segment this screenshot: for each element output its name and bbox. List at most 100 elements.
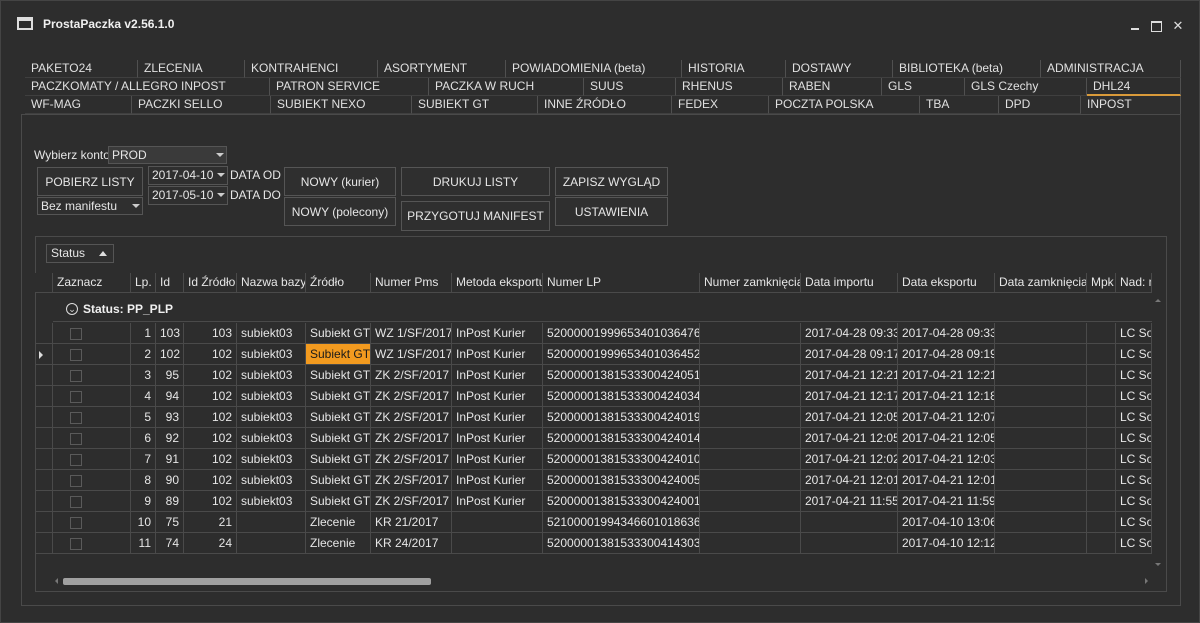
tab-gls[interactable]: GLS bbox=[882, 78, 965, 96]
cell-export-method[interactable]: InPost Kurier bbox=[452, 323, 543, 344]
cell-export-date[interactable]: 2017-04-21 12:03 bbox=[898, 449, 995, 470]
row-selector[interactable] bbox=[35, 386, 53, 407]
cell-closing-date[interactable] bbox=[995, 533, 1087, 554]
cell-mpk[interactable] bbox=[1087, 470, 1116, 491]
cell-pms-number[interactable]: ZK 2/SF/2017 bbox=[371, 407, 452, 428]
header-col-select[interactable]: Zaznacz bbox=[53, 273, 131, 293]
cell-source[interactable]: Zlecenie bbox=[306, 533, 371, 554]
cell-db-name[interactable] bbox=[237, 512, 306, 533]
cell-pms-number[interactable]: KR 24/2017 bbox=[371, 533, 452, 554]
tab-subiekt-nexo[interactable]: SUBIEKT NEXO bbox=[271, 96, 412, 114]
cell-db-name[interactable]: subiekt03 bbox=[237, 407, 306, 428]
cell-export-method[interactable]: InPost Kurier bbox=[452, 470, 543, 491]
cell-id[interactable]: 75 bbox=[156, 512, 184, 533]
cell-sender[interactable]: LC So bbox=[1116, 365, 1152, 386]
cell-pms-number[interactable]: ZK 2/SF/2017 bbox=[371, 470, 452, 491]
select-cell[interactable] bbox=[53, 533, 131, 554]
cell-closing-number[interactable] bbox=[700, 407, 801, 428]
minimize-icon[interactable] bbox=[1128, 19, 1142, 33]
cell-export-method[interactable]: InPost Kurier bbox=[452, 386, 543, 407]
cell-id-source[interactable]: 102 bbox=[184, 365, 237, 386]
table-row[interactable]: 5 93 102 subiekt03 Subiekt GT ZK 2/SF/2017 InP… bbox=[35, 407, 1153, 428]
cell-closing-date[interactable] bbox=[995, 491, 1087, 512]
cell-lp[interactable]: 9 bbox=[131, 491, 156, 512]
tab-patron-service[interactable]: PATRON SERVICE bbox=[270, 78, 429, 96]
header-col-db-name[interactable]: Nazwa bazy bbox=[237, 273, 306, 293]
cell-id[interactable]: 92 bbox=[156, 428, 184, 449]
cell-export-date[interactable]: 2017-04-10 13:06 bbox=[898, 512, 995, 533]
tab-tba[interactable]: TBA bbox=[920, 96, 999, 114]
cell-closing-number[interactable] bbox=[700, 386, 801, 407]
cell-export-method[interactable]: InPost Kurier bbox=[452, 407, 543, 428]
cell-import-date[interactable]: 2017-04-28 09:33 bbox=[801, 323, 898, 344]
table-row[interactable]: 1 103 103 subiekt03 Subiekt GT WZ 1/SF/2017 In… bbox=[35, 323, 1153, 344]
cell-lp-number[interactable]: 520000013815333004240198 bbox=[543, 407, 700, 428]
prepare-manifest-button[interactable]: PRZYGOTUJ MANIFEST bbox=[401, 201, 550, 231]
cell-export-method[interactable]: InPost Kurier bbox=[452, 344, 543, 365]
cell-mpk[interactable] bbox=[1087, 449, 1116, 470]
cell-source[interactable]: Subiekt GT bbox=[306, 428, 371, 449]
tab-powiadomienia[interactable]: POWIADOMIENIA (beta) bbox=[506, 60, 682, 78]
cell-pms-number[interactable]: ZK 2/SF/2017 bbox=[371, 428, 452, 449]
cell-id-source[interactable]: 103 bbox=[184, 323, 237, 344]
tab-dpd[interactable]: DPD bbox=[999, 96, 1081, 114]
table-row[interactable]: 9 89 102 subiekt03 Subiekt GT ZK 2/SF/2017 InP… bbox=[35, 491, 1153, 512]
cell-id-source[interactable]: 102 bbox=[184, 491, 237, 512]
cell-lp-number[interactable]: 520000013815333004240018 bbox=[543, 491, 700, 512]
tab-kontrahenci[interactable]: KONTRAHENCI bbox=[245, 60, 378, 78]
cell-export-date[interactable]: 2017-04-21 12:21 bbox=[898, 365, 995, 386]
select-cell[interactable] bbox=[53, 365, 131, 386]
cell-source[interactable]: Subiekt GT bbox=[306, 386, 371, 407]
cell-closing-number[interactable] bbox=[700, 428, 801, 449]
cell-id[interactable]: 103 bbox=[156, 323, 184, 344]
select-cell[interactable] bbox=[53, 407, 131, 428]
cell-id[interactable]: 102 bbox=[156, 344, 184, 365]
cell-sender[interactable]: LC So bbox=[1116, 428, 1152, 449]
table-row[interactable]: 10 75 21 Zlecenie KR 21/2017 5210000199434660… bbox=[35, 512, 1153, 533]
fetch-lists-button[interactable]: POBIERZ LISTY bbox=[37, 167, 143, 196]
header-col-pms-number[interactable]: Numer Pms bbox=[371, 273, 452, 293]
cell-closing-number[interactable] bbox=[700, 470, 801, 491]
cell-closing-date[interactable] bbox=[995, 470, 1087, 491]
cell-id-source[interactable]: 102 bbox=[184, 407, 237, 428]
cell-id[interactable]: 89 bbox=[156, 491, 184, 512]
cell-pms-number[interactable]: WZ 1/SF/2017 bbox=[371, 323, 452, 344]
row-selector[interactable] bbox=[35, 344, 53, 365]
cell-source[interactable]: Subiekt GT bbox=[306, 365, 371, 386]
cell-closing-date[interactable] bbox=[995, 512, 1087, 533]
tab-paczki-sello[interactable]: PACZKI SELLO bbox=[132, 96, 271, 114]
cell-mpk[interactable] bbox=[1087, 365, 1116, 386]
cell-id-source[interactable]: 102 bbox=[184, 470, 237, 491]
vertical-scrollbar[interactable] bbox=[1152, 294, 1166, 572]
cell-lp[interactable]: 3 bbox=[131, 365, 156, 386]
cell-export-date[interactable]: 2017-04-21 12:07 bbox=[898, 407, 995, 428]
account-select[interactable]: PROD bbox=[108, 146, 227, 164]
row-checkbox[interactable] bbox=[70, 370, 82, 382]
cell-closing-date[interactable] bbox=[995, 365, 1087, 386]
cell-sender[interactable]: LC So bbox=[1116, 512, 1152, 533]
cell-import-date[interactable]: 2017-04-21 12:17 bbox=[801, 386, 898, 407]
tab-gls-czechy[interactable]: GLS Czechy bbox=[965, 78, 1087, 96]
collapse-icon[interactable]: ⌄ bbox=[66, 303, 78, 315]
tab-historia[interactable]: HISTORIA bbox=[682, 60, 786, 78]
cell-source[interactable]: Subiekt GT bbox=[306, 491, 371, 512]
table-row[interactable]: 7 91 102 subiekt03 Subiekt GT ZK 2/SF/2017 InP… bbox=[35, 449, 1153, 470]
cell-lp[interactable]: 7 bbox=[131, 449, 156, 470]
cell-sender[interactable]: LC So bbox=[1116, 449, 1152, 470]
settings-button[interactable]: USTAWIENIA bbox=[555, 197, 668, 226]
cell-lp-number[interactable]: 520000013815333004240054 bbox=[543, 470, 700, 491]
tab-paczkomaty[interactable]: PACZKOMATY / ALLEGRO INPOST bbox=[25, 78, 270, 96]
select-cell[interactable] bbox=[53, 449, 131, 470]
cell-db-name[interactable]: subiekt03 bbox=[237, 386, 306, 407]
cell-sender[interactable]: LC So bbox=[1116, 323, 1152, 344]
cell-source[interactable]: Subiekt GT bbox=[306, 344, 371, 365]
select-cell[interactable] bbox=[53, 386, 131, 407]
row-selector[interactable] bbox=[35, 449, 53, 470]
cell-pms-number[interactable]: WZ 1/SF/2017 bbox=[371, 344, 452, 365]
cell-id[interactable]: 94 bbox=[156, 386, 184, 407]
cell-export-method[interactable]: InPost Kurier bbox=[452, 365, 543, 386]
cell-mpk[interactable] bbox=[1087, 344, 1116, 365]
cell-closing-number[interactable] bbox=[700, 512, 801, 533]
cell-export-method[interactable] bbox=[452, 533, 543, 554]
cell-id[interactable]: 90 bbox=[156, 470, 184, 491]
